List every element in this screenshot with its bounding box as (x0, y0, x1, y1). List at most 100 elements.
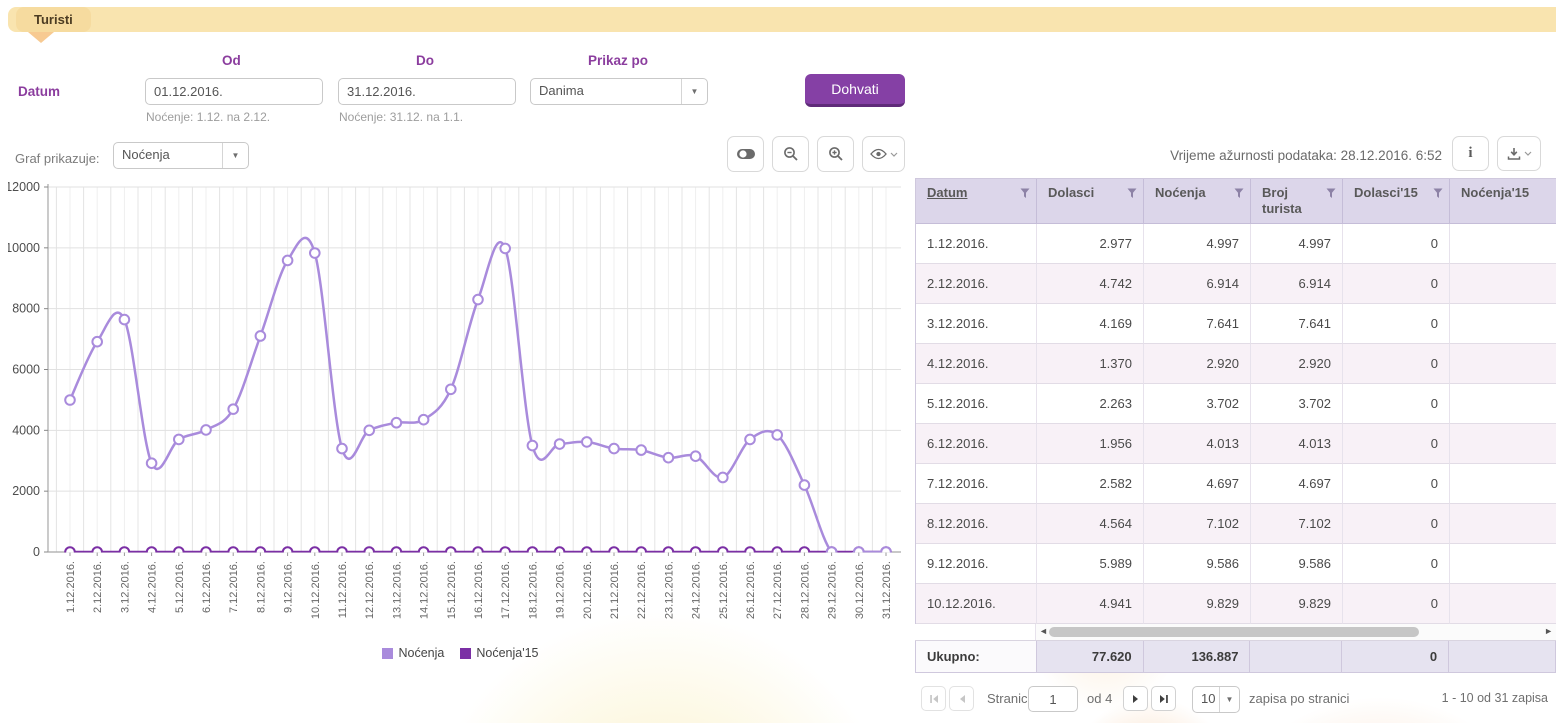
svg-text:10000: 10000 (8, 241, 40, 255)
chevron-down-icon: ▼ (681, 79, 707, 104)
data-point-marker[interactable] (772, 430, 782, 440)
cell-datum: 10.12.2016. (916, 584, 1037, 624)
tab-turisti[interactable]: Turisti (16, 7, 91, 32)
date-to-input[interactable] (339, 79, 516, 104)
data-point-marker[interactable] (528, 441, 538, 451)
chart-toggle-button[interactable] (727, 136, 764, 172)
data-point-marker[interactable] (201, 425, 211, 435)
cell-datum: 7.12.2016. (916, 464, 1037, 504)
zoom-out-button[interactable] (772, 136, 809, 172)
table-row[interactable]: 6.12.2016.1.9564.0134.0130 (916, 424, 1556, 464)
table-row[interactable]: 2.12.2016.4.7426.9146.9140 (916, 264, 1556, 304)
filter-icon[interactable] (1326, 188, 1336, 199)
data-point-marker[interactable] (800, 480, 810, 490)
filter-icon[interactable] (1020, 188, 1030, 199)
column-header-datum[interactable]: Datum (916, 179, 1037, 224)
data-point-marker[interactable] (310, 248, 320, 258)
data-point-marker[interactable] (392, 418, 402, 428)
date-from-box (145, 78, 323, 105)
column-header-no-enja-15[interactable]: Noćenja'15 (1450, 179, 1556, 224)
column-header-no-enja[interactable]: Noćenja (1144, 179, 1251, 224)
data-point-marker[interactable] (473, 295, 483, 305)
legend-item[interactable]: Noćenja (382, 646, 444, 660)
horizontal-scrollbar[interactable]: ◄ ► (1036, 624, 1556, 640)
scrollbar-thumb[interactable] (1049, 627, 1419, 637)
cell-value: 0 (1343, 344, 1450, 384)
svg-text:5.12.2016.: 5.12.2016. (174, 561, 186, 613)
table-header-row: DatumDolasciNoćenjaBroj turistaDolasci'1… (916, 179, 1556, 224)
svg-text:6000: 6000 (12, 363, 40, 377)
date-from-hint: Noćenje: 1.12. na 2.12. (146, 110, 270, 124)
table-row[interactable]: 8.12.2016.4.5647.1027.1020 (916, 504, 1556, 544)
next-page-button[interactable] (1123, 686, 1148, 711)
cell-value: 0 (1343, 464, 1450, 504)
cell-value: 9.586 (1144, 544, 1251, 584)
data-point-marker[interactable] (283, 256, 293, 266)
table-row[interactable]: 9.12.2016.5.9899.5869.5860 (916, 544, 1556, 584)
data-point-marker[interactable] (65, 395, 75, 405)
svg-text:25.12.2016.: 25.12.2016. (718, 561, 730, 619)
table-row[interactable]: 1.12.2016.2.9774.9974.9970 (916, 224, 1556, 264)
data-point-marker[interactable] (636, 445, 646, 455)
column-header-broj-turista[interactable]: Broj turista (1251, 179, 1343, 224)
zoom-in-button[interactable] (817, 136, 854, 172)
data-point-marker[interactable] (446, 384, 456, 394)
data-point-marker[interactable] (664, 453, 674, 463)
graf-prikazuje-label: Graf prikazuje: (15, 151, 100, 166)
date-from-input[interactable] (146, 79, 323, 104)
filter-icon[interactable] (1234, 188, 1244, 199)
prikaz-po-select[interactable]: Danima ▼ (530, 78, 708, 105)
data-point-marker[interactable] (582, 437, 592, 447)
column-header-dolasci[interactable]: Dolasci (1037, 179, 1144, 224)
table-row[interactable]: 4.12.2016.1.3702.9202.9200 (916, 344, 1556, 384)
svg-text:19.12.2016.: 19.12.2016. (555, 561, 567, 619)
svg-text:20.12.2016.: 20.12.2016. (582, 561, 594, 619)
tab-pointer-triangle (28, 32, 54, 43)
data-point-marker[interactable] (745, 435, 755, 445)
data-point-marker[interactable] (609, 444, 619, 454)
chevron-down-icon: ▼ (1219, 687, 1239, 712)
column-header-dolasci-15[interactable]: Dolasci'15 (1343, 179, 1450, 224)
graf-prikazuje-select[interactable]: Noćenja ▼ (113, 142, 249, 169)
table-row[interactable]: 3.12.2016.4.1697.6417.6410 (916, 304, 1556, 344)
data-point-marker[interactable] (364, 426, 374, 436)
last-page-button[interactable] (1151, 686, 1176, 711)
data-updated-text: Vrijeme ažurnosti podataka: 28.12.2016. … (1170, 148, 1442, 163)
data-point-marker[interactable] (256, 331, 266, 341)
data-point-marker[interactable] (92, 337, 102, 347)
legend-item[interactable]: Noćenja'15 (460, 646, 538, 660)
line-chart[interactable]: 0200040006000800010000120001.12.2016.2.1… (8, 180, 913, 645)
scroll-left-arrow-icon[interactable]: ◄ (1039, 626, 1048, 636)
cell-datum: 8.12.2016. (916, 504, 1037, 544)
table-row[interactable]: 7.12.2016.2.5824.6974.6970 (916, 464, 1556, 504)
page-number-input[interactable] (1028, 686, 1078, 712)
svg-text:7.12.2016.: 7.12.2016. (228, 561, 240, 613)
data-point-marker[interactable] (419, 415, 429, 425)
chevron-down-icon (1524, 151, 1532, 156)
info-button[interactable]: i (1452, 136, 1489, 171)
filter-icon[interactable] (1433, 188, 1443, 199)
cell-value: 2.977 (1037, 224, 1144, 264)
table-row[interactable]: 10.12.2016.4.9419.8299.8290 (916, 584, 1556, 624)
page-size-select[interactable]: 10 ▼ (1192, 686, 1240, 713)
data-point-marker[interactable] (500, 244, 510, 254)
cell-datum: 9.12.2016. (916, 544, 1037, 584)
page-count-label: od 4 (1087, 691, 1112, 706)
data-point-marker[interactable] (228, 404, 238, 414)
svg-text:26.12.2016.: 26.12.2016. (745, 561, 757, 619)
cell-value: 9.829 (1251, 584, 1343, 624)
series-visibility-button[interactable] (862, 136, 905, 172)
data-point-marker[interactable] (337, 444, 347, 454)
scroll-right-arrow-icon[interactable]: ► (1544, 626, 1553, 636)
data-point-marker[interactable] (174, 435, 184, 445)
svg-text:28.12.2016.: 28.12.2016. (799, 561, 811, 619)
data-point-marker[interactable] (147, 458, 157, 468)
data-point-marker[interactable] (120, 315, 130, 325)
filter-icon[interactable] (1127, 188, 1137, 199)
dohvati-button[interactable]: Dohvati (805, 74, 905, 107)
table-row[interactable]: 5.12.2016.2.2633.7023.7020 (916, 384, 1556, 424)
data-point-marker[interactable] (691, 451, 701, 461)
data-point-marker[interactable] (555, 439, 565, 449)
data-point-marker[interactable] (718, 473, 728, 483)
export-button[interactable] (1497, 136, 1541, 171)
